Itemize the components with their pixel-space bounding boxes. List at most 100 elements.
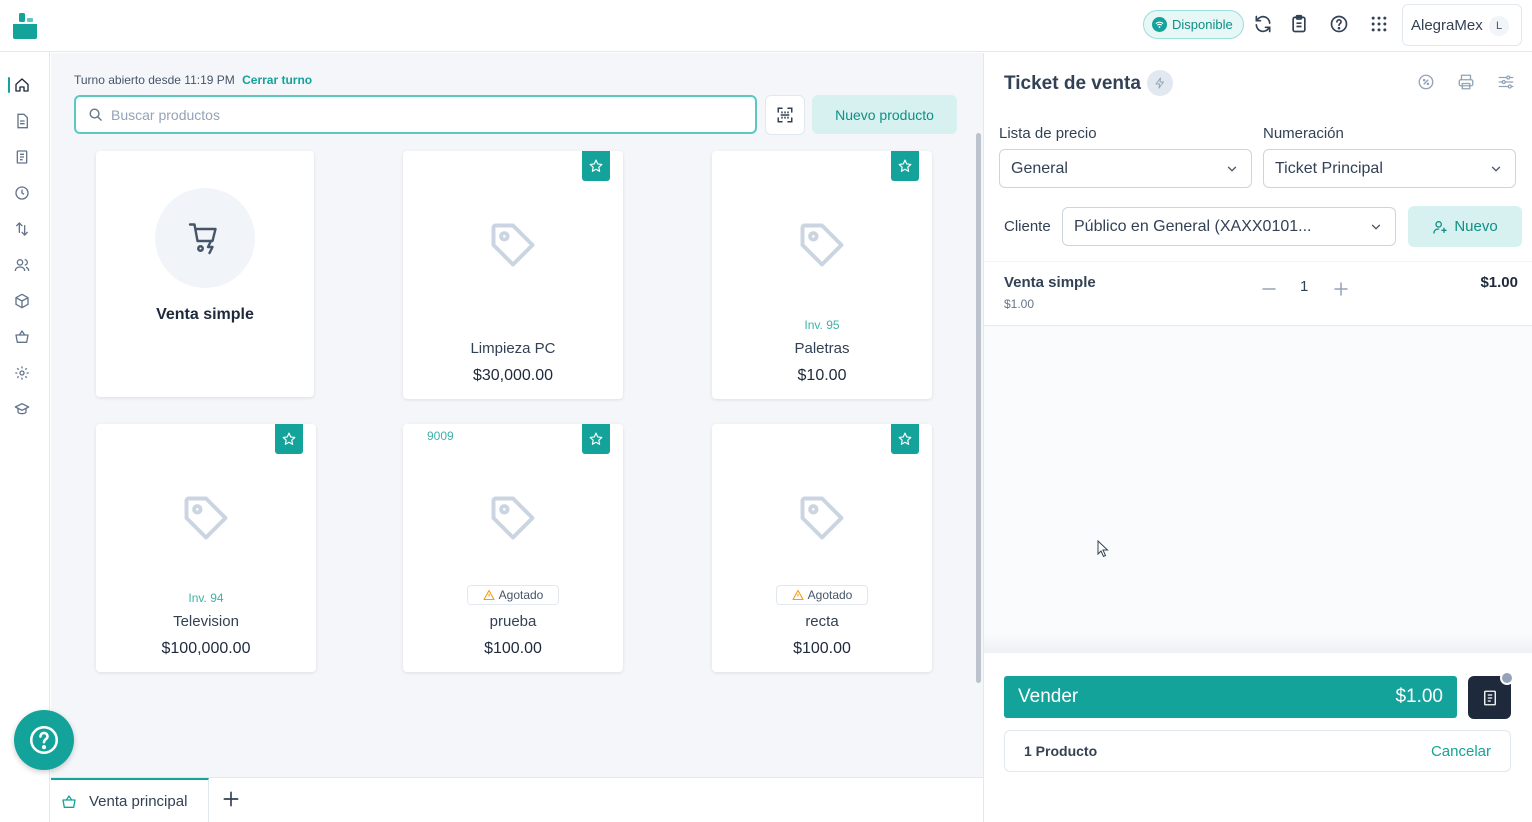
client-select[interactable]: Público en General (XAXX0101... <box>1062 207 1396 246</box>
transfer-icon[interactable] <box>14 221 30 237</box>
close-shift-link[interactable]: Cerrar turno <box>242 73 312 87</box>
favorite-star-icon[interactable] <box>891 424 919 454</box>
users-icon[interactable] <box>14 257 30 273</box>
receipt-icon[interactable] <box>14 149 30 165</box>
new-client-label: Nuevo <box>1454 218 1498 235</box>
cart-lightning-icon <box>155 188 255 288</box>
product-name: Paletras <box>794 340 850 357</box>
mouse-cursor-icon <box>1097 540 1109 558</box>
ticket-summary-bar: 1 Producto Cancelar <box>1004 730 1511 772</box>
app-logo-icon[interactable] <box>10 10 40 40</box>
scan-icon <box>776 106 794 124</box>
product-name: recta <box>805 613 839 630</box>
product-count: 1 Producto <box>1024 743 1098 759</box>
product-card[interactable]: Inv. 94 Television $100,000.00 <box>96 424 316 672</box>
chevron-down-icon <box>1225 162 1239 176</box>
product-card[interactable]: Limpieza PC $30,000.00 <box>403 151 623 399</box>
question-mark-icon <box>27 723 61 757</box>
add-tab-plus-icon[interactable] <box>221 789 243 811</box>
badge-label: Agotado <box>498 588 544 602</box>
tab-label: Venta principal <box>89 793 188 810</box>
product-name: Limpieza PC <box>470 340 556 357</box>
product-name: Television <box>173 613 239 630</box>
favorite-star-icon[interactable] <box>275 424 303 454</box>
apps-grid-icon[interactable] <box>1369 14 1391 36</box>
out-of-stock-badge: Agotado <box>776 585 868 605</box>
help-chat-button[interactable] <box>14 710 74 770</box>
sell-button[interactable]: Vender $1.00 <box>1004 676 1457 718</box>
client-value: Público en General (XAXX0101... <box>1074 217 1312 235</box>
search-input[interactable] <box>111 106 711 123</box>
home-icon[interactable] <box>14 77 30 93</box>
products-scrollbar[interactable] <box>976 133 981 683</box>
clock-icon[interactable] <box>14 185 30 201</box>
sync-icon[interactable] <box>1253 14 1275 36</box>
badge-label: Agotado <box>807 588 853 602</box>
new-client-button[interactable]: Nuevo <box>1408 206 1522 247</box>
basket-icon <box>61 794 77 810</box>
barcode-scan-button[interactable] <box>765 95 805 135</box>
graduation-cap-icon[interactable] <box>14 401 30 417</box>
discount-icon[interactable] <box>1417 73 1437 93</box>
company-name: AlegraMex <box>1411 16 1483 34</box>
favorite-star-icon[interactable] <box>582 151 610 181</box>
settings-sliders-icon[interactable] <box>1497 73 1517 93</box>
search-icon <box>88 107 103 122</box>
new-product-button[interactable]: Nuevo producto <box>812 95 957 134</box>
sell-total: $1.00 <box>1395 686 1443 707</box>
avatar: L <box>1489 16 1509 36</box>
line-item-total: $1.00 <box>1480 274 1518 291</box>
products-area: Turno abierto desde 11:19 PM Cerrar turn… <box>51 53 983 777</box>
box-icon[interactable] <box>14 293 30 309</box>
ticket-items-empty-area <box>984 326 1532 651</box>
product-card[interactable]: Inv. 95 Paletras $10.00 <box>712 151 932 399</box>
warning-icon <box>483 589 495 601</box>
cancel-sale-link[interactable]: Cancelar <box>1431 743 1491 760</box>
ticket-line-item[interactable]: Venta simple $1.00 1 $1.00 <box>984 261 1532 326</box>
product-card[interactable]: Agotado recta $100.00 <box>712 424 932 672</box>
numbering-select[interactable]: Ticket Principal <box>1263 149 1516 188</box>
numbering-value: Ticket Principal <box>1275 159 1383 177</box>
favorite-star-icon[interactable] <box>582 424 610 454</box>
favorite-star-icon[interactable] <box>891 151 919 181</box>
help-icon[interactable] <box>1329 14 1351 36</box>
basket-icon[interactable] <box>14 329 30 345</box>
clipboard-icon[interactable] <box>1289 14 1311 36</box>
numbering-label: Numeración <box>1263 125 1344 142</box>
plus-icon[interactable] <box>1332 280 1350 298</box>
product-card[interactable]: 9009 Agotado prueba $100.00 <box>403 424 623 672</box>
printer-icon[interactable] <box>1457 73 1477 93</box>
ticket-title: Ticket de venta <box>1004 73 1141 94</box>
product-name: Venta simple <box>156 306 254 323</box>
chevron-down-icon <box>1369 220 1383 234</box>
sell-label: Vender <box>1018 686 1079 707</box>
gear-icon[interactable] <box>14 365 30 381</box>
minus-icon[interactable] <box>1260 280 1278 298</box>
ticket-divider <box>984 633 1532 653</box>
top-bar: Disponible AlegraMex L <box>0 0 1532 52</box>
add-user-icon <box>1432 219 1448 235</box>
shift-text: Turno abierto desde 11:19 PM <box>74 73 235 87</box>
price-list-select[interactable]: General <box>999 149 1252 188</box>
lightning-icon[interactable] <box>1147 70 1173 96</box>
line-item-quantity[interactable]: 1 <box>1300 278 1308 295</box>
product-price: $100.00 <box>793 640 851 657</box>
company-menu-button[interactable]: AlegraMex L <box>1402 4 1522 46</box>
tab-venta-principal[interactable]: Venta principal <box>51 778 209 822</box>
availability-status-button[interactable]: Disponible <box>1143 10 1244 39</box>
document-icon[interactable] <box>14 113 30 129</box>
product-price: $100,000.00 <box>161 640 251 657</box>
price-list-value: General <box>1011 159 1068 177</box>
search-box[interactable] <box>74 95 757 134</box>
inventory-count: Inv. 94 <box>188 591 224 605</box>
warning-icon <box>792 589 804 601</box>
product-price: $100.00 <box>484 640 542 657</box>
product-card-simple-sale[interactable]: Venta simple <box>96 151 314 397</box>
product-code: 9009 <box>427 429 454 443</box>
price-tag-icon <box>180 492 232 544</box>
notification-dot <box>1500 671 1514 685</box>
shift-info: Turno abierto desde 11:19 PM Cerrar turn… <box>74 73 312 87</box>
line-item-unit-price: $1.00 <box>1004 297 1035 311</box>
product-price: $10.00 <box>797 367 847 384</box>
price-tag-icon <box>487 219 539 271</box>
